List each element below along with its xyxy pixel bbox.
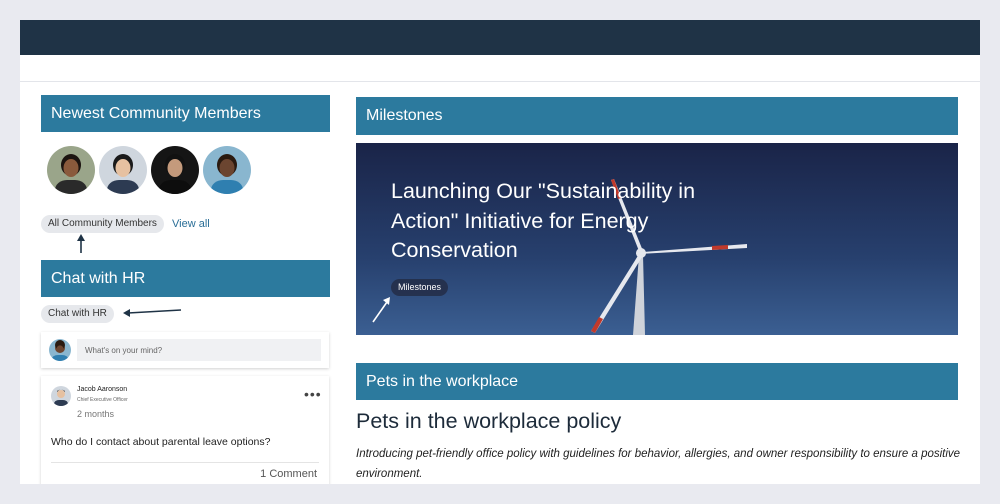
post-composer (41, 332, 329, 368)
more-options-icon[interactable]: ••• (304, 386, 322, 402)
composer-input[interactable] (77, 339, 321, 361)
post-timestamp: 2 months (77, 409, 115, 419)
author-avatar[interactable] (51, 386, 71, 406)
member-avatar[interactable] (203, 146, 251, 194)
chat-hr-header: Chat with HR (41, 260, 330, 297)
page-frame: Newest Community Members All Community M… (20, 20, 980, 484)
milestones-title: Milestones (366, 107, 443, 124)
left-arrow-icon (127, 309, 182, 314)
member-avatar[interactable] (99, 146, 147, 194)
article-title[interactable]: Pets in the workplace policy (356, 409, 621, 434)
milestones-chip[interactable]: Milestones (391, 279, 449, 296)
view-all-link[interactable]: View all (172, 218, 210, 230)
pets-header: Pets in the workplace (356, 363, 958, 400)
member-avatar[interactable] (151, 146, 199, 194)
all-community-members-chip[interactable]: All Community Members (41, 215, 164, 233)
milestone-hero-card[interactable]: Launching Our "Sustainability in Action"… (356, 143, 958, 335)
current-user-avatar (49, 339, 71, 361)
newest-members-header: Newest Community Members (41, 95, 330, 132)
post-author-name[interactable]: Jacob Aaronson (77, 386, 127, 393)
sub-navigation-bar (20, 55, 980, 82)
hr-post-card: Jacob Aaronson Chief Executive Officer 2… (41, 376, 329, 484)
milestones-header: Milestones (356, 97, 958, 135)
post-comments-link[interactable]: 1 Comment (260, 468, 317, 480)
pets-title: Pets in the workplace (366, 372, 519, 390)
post-text: Who do I contact about parental leave op… (51, 436, 271, 448)
article-description: Introducing pet-friendly office policy w… (356, 448, 961, 480)
post-author-title: Chief Executive Officer (77, 397, 128, 403)
top-navigation-bar (20, 20, 980, 55)
chat-hr-title: Chat with HR (51, 269, 146, 287)
chat-hr-chip[interactable]: Chat with HR (41, 305, 114, 323)
post-divider (51, 462, 319, 463)
member-avatar[interactable] (47, 146, 95, 194)
milestone-hero-title[interactable]: Launching Our "Sustainability in Action"… (391, 177, 721, 266)
newest-members-title: Newest Community Members (51, 104, 261, 122)
